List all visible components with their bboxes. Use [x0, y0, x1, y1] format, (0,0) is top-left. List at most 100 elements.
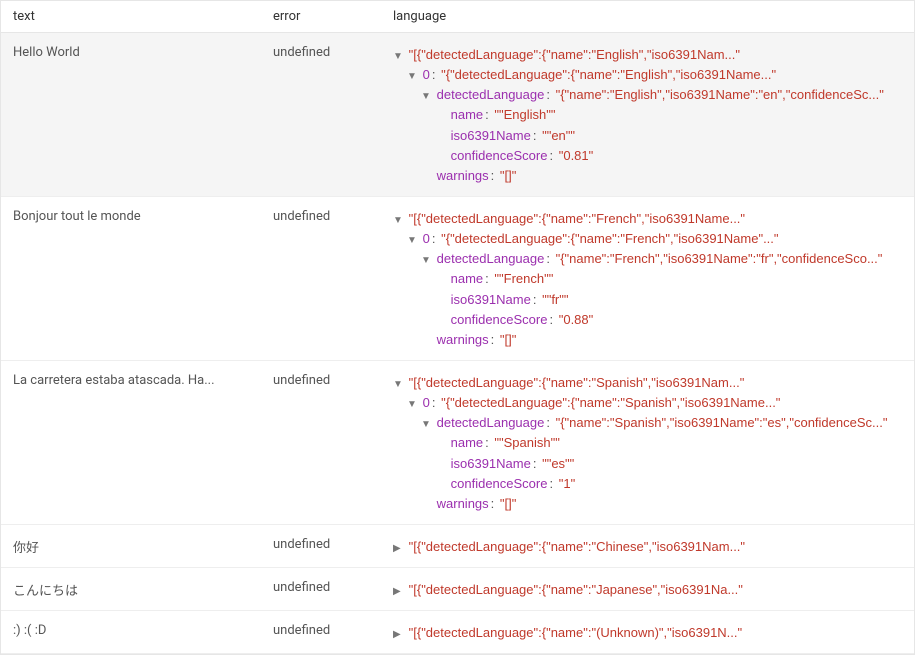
cell-text: La carretera estaba atascada. Ha...: [1, 360, 261, 524]
tree-node-index[interactable]: 0: "{"detectedLanguage":{"name":"French"…: [393, 229, 902, 249]
tree-key: 0: [423, 231, 430, 246]
col-header-language[interactable]: language: [381, 1, 914, 33]
caret-down-icon[interactable]: [407, 69, 417, 85]
cell-error: undefined: [261, 524, 381, 567]
tree-node-detected-language[interactable]: detectedLanguage: "{"name":"English","is…: [393, 85, 902, 105]
table-row[interactable]: La carretera estaba atascada. Ha...undef…: [1, 360, 914, 524]
cell-error: undefined: [261, 611, 381, 654]
tree-node-warnings: warnings: "[]": [393, 330, 902, 350]
tree-node-root[interactable]: "[{"detectedLanguage":{"name":"Japanese"…: [393, 580, 902, 600]
col-header-text[interactable]: text: [1, 1, 261, 33]
tree-key: detectedLanguage: [437, 251, 545, 266]
cell-language: "[{"detectedLanguage":{"name":"Japanese"…: [381, 568, 914, 611]
tree-value: "[{"detectedLanguage":{"name":"French","…: [409, 211, 745, 226]
tree-node-root[interactable]: "[{"detectedLanguage":{"name":"French","…: [393, 209, 902, 229]
table-row[interactable]: 你好undefined "[{"detectedLanguage":{"name…: [1, 524, 914, 567]
tree-node-root[interactable]: "[{"detectedLanguage":{"name":"(Unknown)…: [393, 623, 902, 643]
cell-text: Hello World: [1, 33, 261, 197]
tree-key: name: [451, 435, 484, 450]
tree-value: "[{"detectedLanguage":{"name":"(Unknown)…: [409, 625, 743, 640]
tree-value: "0.81": [559, 148, 594, 163]
tree-value: "{"detectedLanguage":{"name":"English","…: [441, 67, 776, 82]
tree-node-detected-language[interactable]: detectedLanguage: "{"name":"Spanish","is…: [393, 413, 902, 433]
caret-down-icon[interactable]: [393, 213, 403, 229]
cell-text: こんにちは: [1, 568, 261, 611]
tree-value: ""Spanish"": [494, 435, 559, 450]
tree-node-root[interactable]: "[{"detectedLanguage":{"name":"Spanish",…: [393, 373, 902, 393]
tree-node-confidence: confidenceScore: "0.81": [393, 146, 902, 166]
tree-value: "{"detectedLanguage":{"name":"Spanish","…: [441, 395, 780, 410]
table-row[interactable]: Hello Worldundefined "[{"detectedLanguag…: [1, 33, 914, 197]
tree-key: warnings: [437, 168, 489, 183]
cell-language: "[{"detectedLanguage":{"name":"Spanish",…: [381, 360, 914, 524]
caret-down-icon[interactable]: [421, 89, 431, 105]
tree-value: ""French"": [494, 271, 553, 286]
tree-node-iso: iso6391Name: ""es"": [393, 454, 902, 474]
tree-value: "[{"detectedLanguage":{"name":"Spanish",…: [409, 375, 745, 390]
table-row[interactable]: こんにちはundefined "[{"detectedLanguage":{"n…: [1, 568, 914, 611]
tree-key: name: [451, 271, 484, 286]
caret-down-icon[interactable]: [407, 397, 417, 413]
tree-node-root[interactable]: "[{"detectedLanguage":{"name":"Chinese",…: [393, 537, 902, 557]
cell-error: undefined: [261, 33, 381, 197]
tree-node-index[interactable]: 0: "{"detectedLanguage":{"name":"English…: [393, 65, 902, 85]
cell-text: :) :( :D: [1, 611, 261, 654]
tree-node-name: name: ""Spanish"": [393, 433, 902, 453]
cell-language: "[{"detectedLanguage":{"name":"(Unknown)…: [381, 611, 914, 654]
tree-node-name: name: ""French"": [393, 269, 902, 289]
cell-error: undefined: [261, 568, 381, 611]
tree-key: confidenceScore: [451, 476, 548, 491]
table-row[interactable]: Bonjour tout le mondeundefined "[{"detec…: [1, 196, 914, 360]
tree-node-name: name: ""English"": [393, 105, 902, 125]
tree-value: ""en"": [542, 128, 575, 143]
results-table: text error language Hello Worldundefined…: [1, 1, 914, 654]
tree-value: "[]": [500, 332, 516, 347]
caret-down-icon[interactable]: [393, 377, 403, 393]
tree-key: detectedLanguage: [437, 87, 545, 102]
tree-node-confidence: confidenceScore: "0.88": [393, 310, 902, 330]
tree-node-index[interactable]: 0: "{"detectedLanguage":{"name":"Spanish…: [393, 393, 902, 413]
cell-language: "[{"detectedLanguage":{"name":"French","…: [381, 196, 914, 360]
tree-key: detectedLanguage: [437, 415, 545, 430]
tree-value: ""fr"": [542, 292, 568, 307]
tree-value: "{"name":"French","iso6391Name":"fr","co…: [556, 251, 883, 266]
tree-value: "1": [559, 476, 575, 491]
cell-language: "[{"detectedLanguage":{"name":"Chinese",…: [381, 524, 914, 567]
caret-right-icon[interactable]: [393, 584, 403, 600]
tree-value: "[]": [500, 496, 516, 511]
cell-text: 你好: [1, 524, 261, 567]
caret-right-icon[interactable]: [393, 627, 403, 643]
tree-value: ""es"": [542, 456, 574, 471]
caret-down-icon[interactable]: [393, 49, 403, 65]
tree-value: "[{"detectedLanguage":{"name":"Chinese",…: [409, 539, 745, 554]
tree-key: confidenceScore: [451, 312, 548, 327]
tree-key: warnings: [437, 332, 489, 347]
caret-down-icon[interactable]: [421, 253, 431, 269]
tree-value: "[]": [500, 168, 516, 183]
tree-node-iso: iso6391Name: ""fr"": [393, 290, 902, 310]
cell-error: undefined: [261, 360, 381, 524]
tree-value: "[{"detectedLanguage":{"name":"English",…: [409, 47, 740, 62]
caret-down-icon[interactable]: [407, 233, 417, 249]
tree-value: "0.88": [559, 312, 594, 327]
col-header-error[interactable]: error: [261, 1, 381, 33]
tree-value: ""English"": [494, 107, 555, 122]
tree-node-detected-language[interactable]: detectedLanguage: "{"name":"French","iso…: [393, 249, 902, 269]
table-row[interactable]: :) :( :Dundefined "[{"detectedLanguage":…: [1, 611, 914, 654]
tree-node-warnings: warnings: "[]": [393, 494, 902, 514]
tree-key: 0: [423, 395, 430, 410]
tree-value: "{"name":"Spanish","iso6391Name":"es","c…: [556, 415, 888, 430]
tree-value: "{"name":"English","iso6391Name":"en","c…: [556, 87, 884, 102]
tree-key: iso6391Name: [451, 128, 531, 143]
table-header-row: text error language: [1, 1, 914, 33]
tree-node-confidence: confidenceScore: "1": [393, 474, 902, 494]
caret-down-icon[interactable]: [421, 417, 431, 433]
cell-language: "[{"detectedLanguage":{"name":"English",…: [381, 33, 914, 197]
tree-node-warnings: warnings: "[]": [393, 166, 902, 186]
tree-key: warnings: [437, 496, 489, 511]
tree-key: iso6391Name: [451, 456, 531, 471]
tree-node-root[interactable]: "[{"detectedLanguage":{"name":"English",…: [393, 45, 902, 65]
tree-node-iso: iso6391Name: ""en"": [393, 126, 902, 146]
cell-error: undefined: [261, 196, 381, 360]
cell-text: Bonjour tout le monde: [1, 196, 261, 360]
